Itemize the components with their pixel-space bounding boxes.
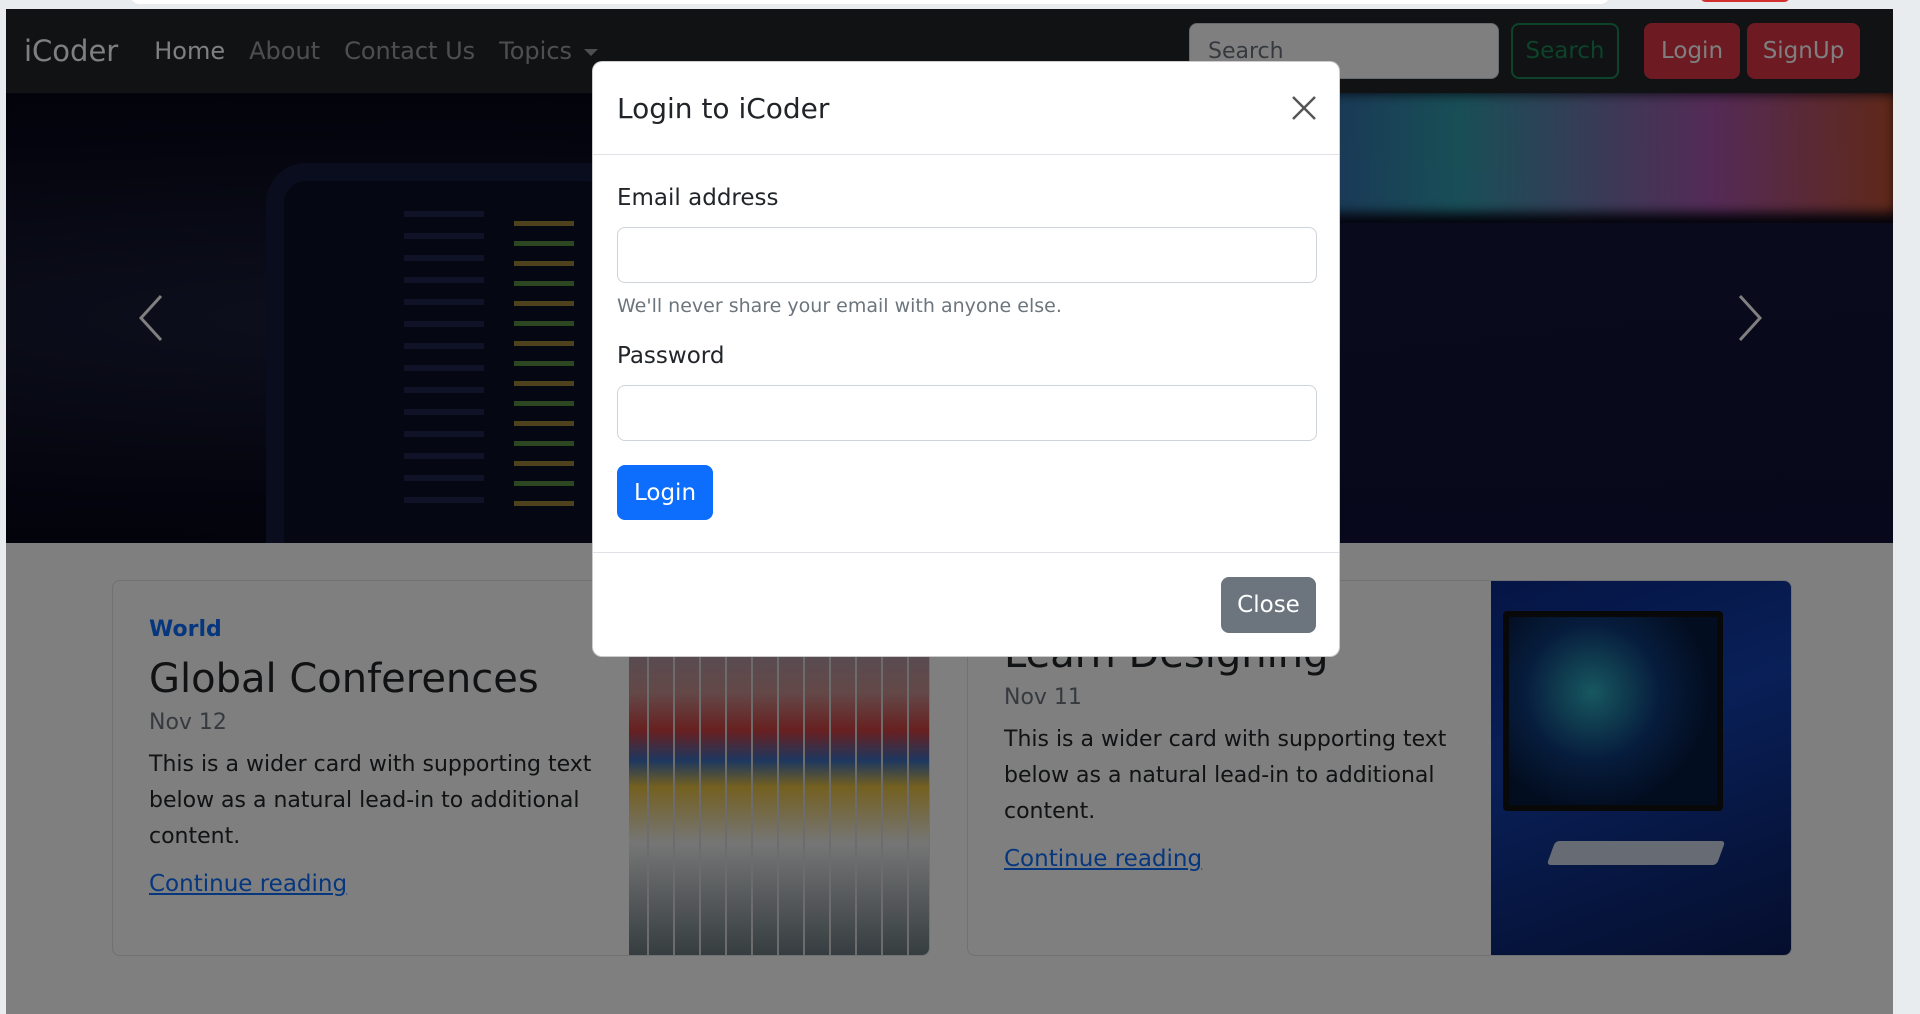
modal-header: Login to iCoder [593, 62, 1339, 155]
email-label: Email address [617, 185, 779, 211]
browser-indicator [1700, 0, 1790, 2]
browser-address-strip [130, 0, 1610, 4]
password-label: Password [617, 343, 725, 369]
page: iCoder Home About Contact Us Topics Sear… [6, 9, 1893, 1014]
close-icon [1292, 96, 1316, 120]
email-field[interactable] [617, 227, 1317, 283]
login-modal: Login to iCoder Email address We'll neve… [592, 61, 1340, 657]
modal-login-button[interactable]: Login [617, 465, 713, 520]
modal-title: Login to iCoder [617, 91, 830, 125]
modal-close-button[interactable] [1289, 93, 1319, 123]
email-help-text: We'll never share your email with anyone… [617, 295, 1062, 317]
modal-close-text-button[interactable]: Close [1221, 577, 1316, 633]
modal-body: Email address We'll never share your ema… [593, 155, 1339, 553]
browser-top-strip [0, 0, 1920, 9]
modal-footer: Close [593, 553, 1339, 656]
password-field[interactable] [617, 385, 1317, 441]
